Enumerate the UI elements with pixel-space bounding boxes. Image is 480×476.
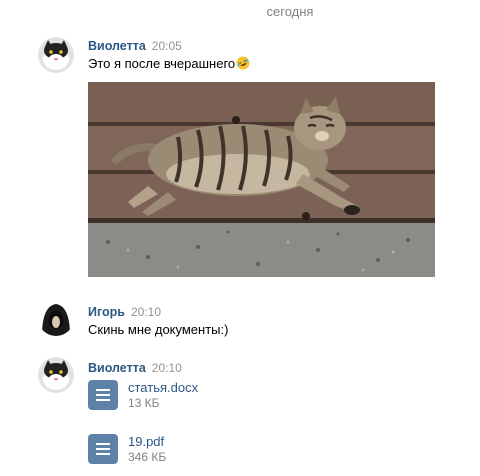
message-time[interactable]: 20:10 — [152, 361, 182, 375]
message-text: Это я после вчерашнего — [88, 56, 250, 71]
message-author[interactable]: Виолетта — [88, 361, 146, 375]
message-author[interactable]: Игорь — [88, 305, 125, 319]
document-name[interactable]: 19.pdf — [128, 434, 164, 449]
document-icon[interactable] — [88, 434, 118, 464]
message-text: Скинь мне документы:) — [88, 322, 229, 337]
message-time[interactable]: 20:10 — [131, 305, 161, 319]
document-name[interactable]: статья.docx — [128, 380, 198, 395]
avatar-igor[interactable] — [38, 300, 74, 336]
message-time[interactable]: 20:05 — [152, 39, 182, 53]
cat-photo[interactable] — [88, 82, 435, 277]
document-icon[interactable] — [88, 380, 118, 410]
avatar-violetta[interactable] — [38, 357, 74, 393]
document-size: 346 КБ — [128, 450, 167, 464]
message-author[interactable]: Виолетта — [88, 39, 146, 53]
avatar-violetta[interactable] — [38, 37, 74, 73]
document-size: 13 КБ — [128, 396, 160, 410]
date-separator: сегодня — [266, 4, 314, 19]
message-text-body: Это я после вчерашнего — [88, 56, 236, 71]
rofl-emoji-icon — [236, 56, 250, 70]
